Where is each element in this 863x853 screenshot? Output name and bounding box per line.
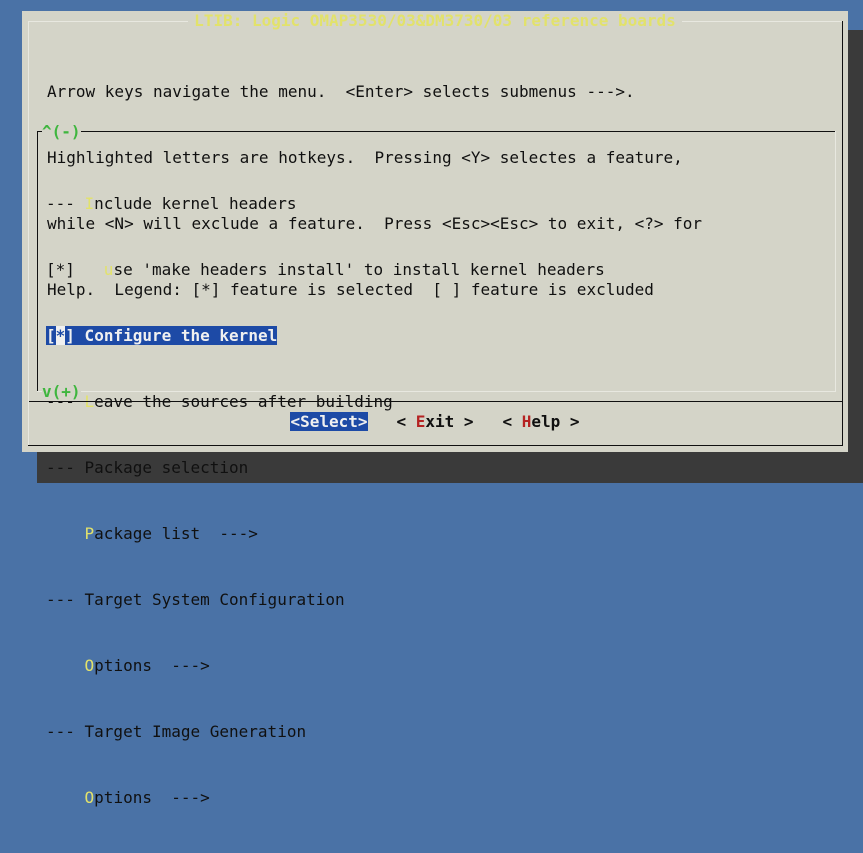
menu-item-configure-the-kernel[interactable]: [*] Configure the kernel — [46, 325, 826, 347]
item-label: onfigure the kernel — [94, 326, 278, 345]
item-label: Package selection — [84, 458, 249, 477]
help-line: Arrow keys navigate the menu. <Enter> se… — [47, 82, 635, 101]
menu-item-package-selection: --- Package selection — [46, 457, 826, 479]
item-label: ackage list ---> — [94, 524, 258, 543]
border-right — [842, 21, 843, 445]
text-cursor: * — [55, 326, 66, 345]
menu-item-target-image-generation: --- Target Image Generation — [46, 721, 826, 743]
menu-item-package-list[interactable]: Package list ---> — [46, 523, 826, 545]
item-prefix: [*] — [46, 260, 104, 279]
item-prefix: --- — [46, 722, 85, 741]
item-label: Target Image Generation — [84, 722, 307, 741]
item-prefix — [46, 788, 85, 807]
item-label: se 'make headers install' to install ker… — [113, 260, 605, 279]
item-label: ptions ---> — [94, 788, 210, 807]
scroll-up-indicator[interactable]: ^(-) — [42, 123, 81, 141]
title-bar: LTIB: Logic OMAP3530/03&DM3730/03 refere… — [22, 11, 848, 31]
menu-list: --- Include kernel headers [*] use 'make… — [46, 149, 826, 853]
item-label: Target System Configuration — [84, 590, 345, 609]
item-prefix: --- — [46, 194, 85, 213]
item-label: nclude kernel headers — [94, 194, 297, 213]
item-hotkey: u — [103, 260, 114, 279]
item-hotkey: C — [84, 326, 95, 345]
button-separator — [29, 401, 842, 402]
exit-button[interactable]: < Exit > — [396, 412, 473, 431]
border-left — [28, 21, 29, 445]
menu-frame-left — [37, 131, 38, 391]
item-hotkey: O — [84, 788, 95, 807]
menu-item-target-system-configuration: --- Target System Configuration — [46, 589, 826, 611]
item-checkbox-open: [ — [46, 326, 56, 345]
dialog-shadow-right — [848, 30, 863, 470]
window-title: LTIB: Logic OMAP3530/03&DM3730/03 refere… — [188, 11, 682, 31]
item-prefix — [46, 524, 85, 543]
item-hotkey: O — [84, 656, 95, 675]
button-row: <Select> < Exit > < Help > — [22, 411, 848, 433]
item-prefix: --- — [46, 458, 85, 477]
menu-item-leave-sources[interactable]: --- Leave the sources after building — [46, 391, 826, 413]
menu-item-use-make-headers-install[interactable]: [*] use 'make headers install' to instal… — [46, 259, 826, 281]
menu-frame-top — [37, 131, 835, 132]
item-checkbox-close: ] — [65, 326, 85, 345]
help-button[interactable]: < Help > — [502, 412, 579, 431]
menuconfig-dialog: LTIB: Logic OMAP3530/03&DM3730/03 refere… — [22, 11, 848, 807]
select-button[interactable]: <Select> — [290, 412, 368, 431]
item-hotkey: P — [84, 524, 95, 543]
menu-item-image-options[interactable]: Options ---> — [46, 787, 826, 809]
item-hotkey: I — [84, 194, 95, 213]
item-prefix: --- — [46, 590, 85, 609]
menu-item-include-kernel-headers[interactable]: --- Include kernel headers — [46, 193, 826, 215]
menu-frame-right — [835, 131, 836, 391]
item-prefix — [46, 656, 85, 675]
menu-item-system-options[interactable]: Options ---> — [46, 655, 826, 677]
item-label: ptions ---> — [94, 656, 210, 675]
